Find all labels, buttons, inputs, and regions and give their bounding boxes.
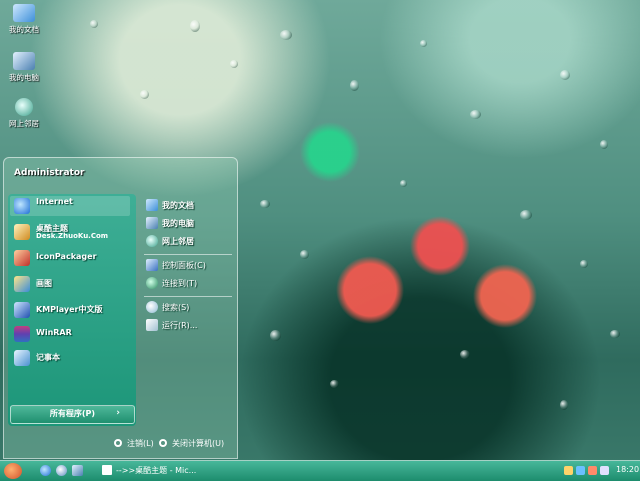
menu-item-my-documents[interactable]: 我的文档	[144, 198, 234, 214]
chevron-right-icon: ›	[116, 408, 120, 418]
program-iconpackager[interactable]: IconPackager	[10, 248, 130, 268]
paint-icon	[14, 276, 30, 292]
system-tray: 18:20	[560, 463, 640, 479]
my-documents-icon	[13, 4, 35, 22]
program-notepad[interactable]: 记事本	[10, 348, 130, 368]
network-icon	[146, 235, 158, 247]
desktop-icon-my-documents[interactable]: 我的文档	[2, 4, 46, 35]
start-menu-username: Administrator	[14, 168, 85, 178]
program-internet[interactable]: Internet	[10, 196, 130, 216]
browser-icon[interactable]	[56, 465, 67, 476]
menu-item-control-panel[interactable]: 控制面板(C)	[144, 258, 234, 274]
start-button[interactable]	[4, 463, 22, 479]
window-icon	[102, 465, 112, 475]
run-icon	[146, 319, 158, 331]
notepad-icon	[14, 350, 30, 366]
tray-app-icon[interactable]	[564, 466, 573, 475]
menu-item-my-computer[interactable]: 我的电脑	[144, 216, 234, 232]
my-computer-icon	[13, 52, 35, 70]
power-icon	[159, 439, 167, 447]
program-zhuoku-theme[interactable]: 桌酷主题 Desk.ZhuoKu.Com	[10, 222, 130, 242]
menu-separator	[144, 296, 232, 297]
program-kmplayer[interactable]: KMPlayer中文版	[10, 300, 130, 320]
connect-icon	[146, 277, 158, 289]
my-documents-icon	[146, 199, 158, 211]
menu-separator	[144, 254, 232, 255]
desktop-icon-my-computer[interactable]: 我的电脑	[2, 52, 46, 83]
menu-item-search[interactable]: 搜索(S)	[144, 300, 234, 316]
security-icon[interactable]	[588, 466, 597, 475]
internet-explorer-icon[interactable]	[40, 465, 51, 476]
menu-item-connect-to[interactable]: 连接到(T)	[144, 276, 234, 292]
control-panel-icon	[146, 259, 158, 271]
search-icon	[146, 301, 158, 313]
menu-item-run[interactable]: 运行(R)...	[144, 318, 234, 334]
my-computer-icon	[146, 217, 158, 229]
theme-icon	[14, 224, 30, 240]
network-status-icon[interactable]	[576, 466, 585, 475]
start-menu: Administrator Internet 桌酷主题 Desk.ZhuoKu.…	[3, 157, 238, 459]
menu-item-network[interactable]: 网上邻居	[144, 234, 234, 250]
kmplayer-icon	[14, 302, 30, 318]
network-icon	[15, 98, 33, 116]
all-programs-button[interactable]: 所有程序(P) ›	[10, 405, 135, 424]
logoff-icon	[114, 439, 122, 447]
taskbar-window-button[interactable]: -->>桌酷主题 - Mic...	[100, 463, 196, 478]
desktop-icon-network[interactable]: 网上邻居	[2, 98, 46, 129]
taskbar: -->>桌酷主题 - Mic... 18:20	[0, 460, 640, 481]
program-paint[interactable]: 画图	[10, 274, 130, 294]
winrar-icon	[14, 326, 30, 342]
clock[interactable]: 18:20	[616, 465, 639, 474]
iconpackager-icon	[14, 250, 30, 266]
program-winrar[interactable]: WinRAR	[10, 324, 130, 344]
show-desktop-icon[interactable]	[72, 465, 83, 476]
internet-explorer-icon	[14, 198, 30, 214]
volume-icon[interactable]	[600, 466, 609, 475]
